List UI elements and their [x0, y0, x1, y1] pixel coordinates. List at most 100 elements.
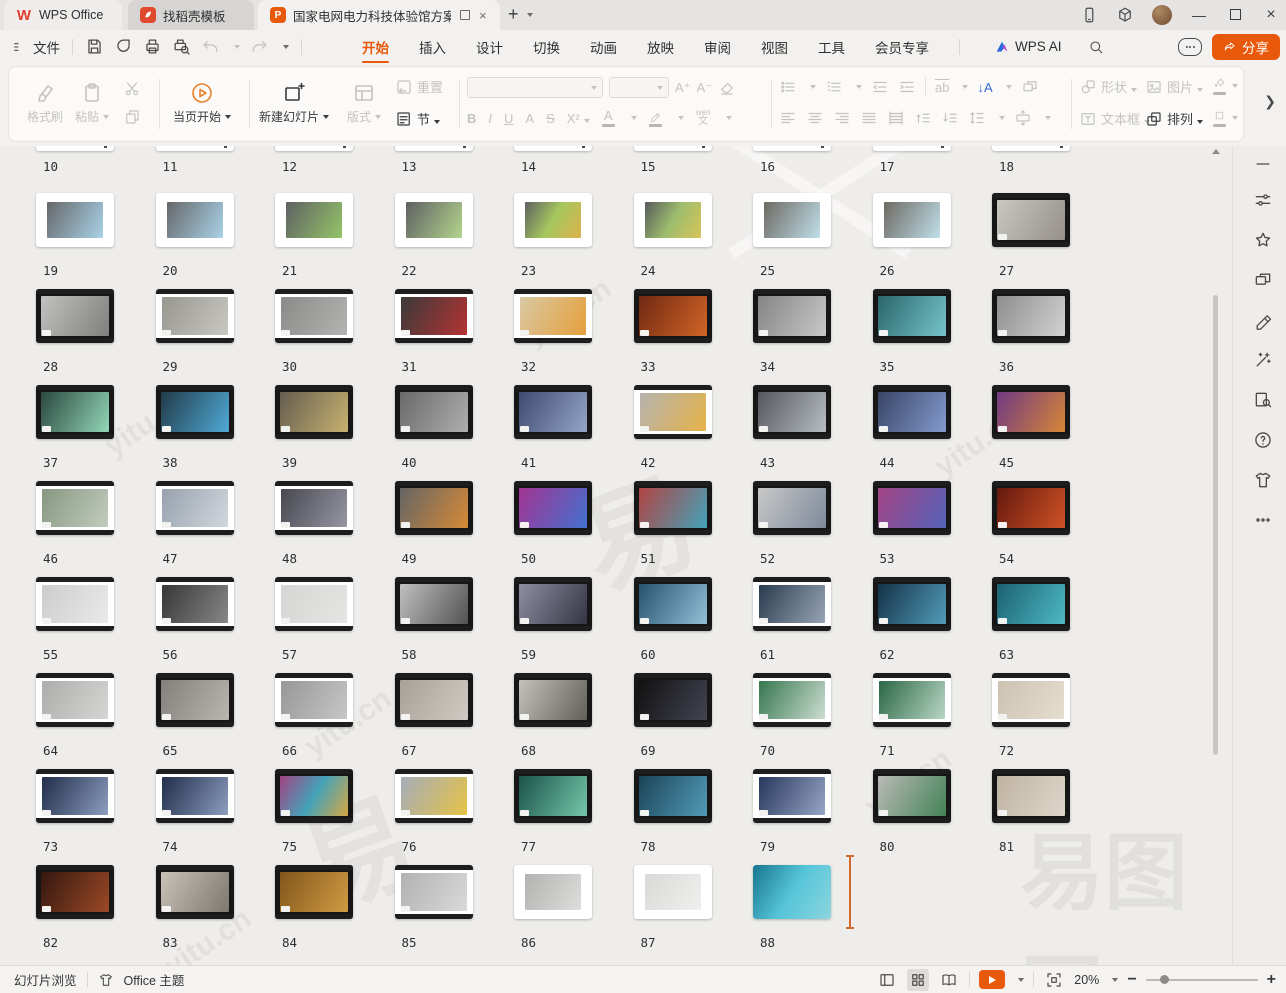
maximize-icon[interactable]	[1226, 7, 1244, 23]
copy-icon[interactable]	[123, 108, 141, 126]
font-size-select[interactable]	[609, 77, 669, 98]
zoom-out-button[interactable]: −	[1127, 971, 1136, 989]
slide-thumbnail-30[interactable]	[275, 289, 353, 343]
paragraph-distribute-icon[interactable]	[1014, 109, 1032, 127]
undo-chevron[interactable]	[234, 45, 240, 49]
scroll-up-arrow[interactable]	[1212, 149, 1220, 154]
row-spacing-up-icon[interactable]	[914, 109, 932, 127]
redo-icon[interactable]	[250, 37, 269, 56]
increase-font-icon[interactable]: A⁺	[675, 80, 691, 96]
menu-tab-工具[interactable]: 工具	[816, 32, 847, 62]
slide-thumbnail-54[interactable]	[992, 481, 1070, 535]
slide-thumbnail-57[interactable]	[275, 577, 353, 631]
slide-sorter-view-icon[interactable]	[907, 969, 929, 991]
slide-thumbnail-60[interactable]	[634, 577, 712, 631]
increase-indent-icon[interactable]	[898, 78, 916, 96]
slide-thumbnail-38[interactable]	[156, 385, 234, 439]
paste-button[interactable]: 粘贴	[75, 67, 109, 139]
slide-thumbnail-58[interactable]	[395, 577, 473, 631]
slide-thumbnail-35[interactable]	[873, 289, 951, 343]
menu-tab-放映[interactable]: 放映	[645, 32, 676, 62]
slide-thumbnail-16[interactable]	[753, 146, 831, 151]
slide-thumbnail-82[interactable]	[36, 865, 114, 919]
slide-thumbnail-27[interactable]	[992, 193, 1070, 247]
slide-thumbnail-78[interactable]	[634, 769, 712, 823]
italic-icon[interactable]: I	[488, 111, 492, 126]
slide-thumbnail-67[interactable]	[395, 673, 473, 727]
clear-format-icon[interactable]	[718, 79, 736, 97]
strikethrough-icon[interactable]: S	[546, 111, 555, 126]
mobile-device-icon[interactable]	[1080, 6, 1098, 24]
picture-button[interactable]: 图片	[1145, 77, 1203, 96]
slide-thumbnail-50[interactable]	[514, 481, 592, 535]
slide-thumbnail-55[interactable]	[36, 577, 114, 631]
collapse-ribbon-icon[interactable]	[1253, 154, 1273, 174]
save-icon[interactable]	[85, 37, 104, 56]
fit-to-window-icon[interactable]	[1043, 969, 1065, 991]
slide-sorter-canvas[interactable]: yitu.cn yitu.cn yitu.cn yitu.cn yitu.cn …	[0, 146, 1232, 965]
efficiency-cloud-icon[interactable]	[1178, 38, 1202, 56]
decrease-indent-icon[interactable]	[871, 78, 889, 96]
format-painter-button[interactable]: 格式刷	[27, 67, 63, 139]
search-icon[interactable]	[1088, 39, 1104, 55]
play-from-current-button[interactable]: 当页开始	[173, 67, 231, 139]
font-family-select[interactable]	[467, 77, 603, 98]
slide-thumbnail-25[interactable]	[753, 193, 831, 247]
slide-thumbnail-41[interactable]	[514, 385, 592, 439]
slide-thumbnail-48[interactable]	[275, 481, 353, 535]
slide-thumbnail-31[interactable]	[395, 289, 473, 343]
menu-tab-动画[interactable]: 动画	[588, 32, 619, 62]
slide-thumbnail-87[interactable]	[634, 865, 712, 919]
slide-thumbnail-52[interactable]	[753, 481, 831, 535]
slide-thumbnail-19[interactable]	[36, 193, 114, 247]
tab-close-icon[interactable]: ×	[479, 8, 487, 23]
arrange-button[interactable]: 排列	[1145, 109, 1203, 128]
slide-thumbnail-36[interactable]	[992, 289, 1070, 343]
slide-thumbnail-34[interactable]	[753, 289, 831, 343]
slide-thumbnail-29[interactable]	[156, 289, 234, 343]
slide-thumbnail-79[interactable]	[753, 769, 831, 823]
slide-thumbnail-45[interactable]	[992, 385, 1070, 439]
decrease-font-icon[interactable]: A⁻	[697, 80, 713, 96]
customize-toolbar-chevron[interactable]	[283, 45, 289, 49]
undo-icon[interactable]	[201, 37, 220, 56]
zoom-value[interactable]: 20%	[1074, 973, 1099, 987]
object-properties-icon[interactable]	[1253, 190, 1273, 210]
superscript-button[interactable]: X²	[567, 111, 590, 126]
slide-thumbnail-64[interactable]	[36, 673, 114, 727]
align-distribute-icon[interactable]	[887, 109, 905, 127]
outline-color-button[interactable]	[1213, 109, 1238, 127]
slide-thumbnail-11[interactable]	[156, 146, 234, 151]
float-window-icon[interactable]	[460, 10, 470, 20]
view-mode-label[interactable]: 幻灯片浏览	[14, 970, 77, 989]
slide-thumbnail-61[interactable]	[753, 577, 831, 631]
slide-thumbnail-49[interactable]	[395, 481, 473, 535]
convert-to-diagram-icon[interactable]	[1021, 78, 1039, 96]
minimize-icon[interactable]: —	[1190, 7, 1208, 23]
vertical-text-icon[interactable]: ↓A	[977, 80, 992, 95]
menu-tab-插入[interactable]: 插入	[417, 32, 448, 62]
bullet-list-icon[interactable]	[779, 78, 797, 96]
slide-thumbnail-10[interactable]	[36, 146, 114, 151]
close-icon[interactable]: ×	[1262, 6, 1280, 24]
tab-active-document[interactable]: P 国家电网电力科技体验馆方案 ×	[258, 0, 500, 30]
slide-thumbnail-62[interactable]	[873, 577, 951, 631]
menu-tab-视图[interactable]: 视图	[759, 32, 790, 62]
slide-thumbnail-76[interactable]	[395, 769, 473, 823]
slide-thumbnail-53[interactable]	[873, 481, 951, 535]
slide-thumbnail-63[interactable]	[992, 577, 1070, 631]
text-direction-icon[interactable]: ab	[935, 80, 949, 95]
slide-thumbnail-66[interactable]	[275, 673, 353, 727]
new-slide-button[interactable]: 新建幻灯片	[259, 67, 329, 139]
cut-icon[interactable]	[123, 80, 141, 98]
slide-thumbnail-85[interactable]	[395, 865, 473, 919]
section-button[interactable]: 节	[395, 109, 440, 128]
print-icon[interactable]	[143, 37, 162, 56]
menu-tab-审阅[interactable]: 审阅	[702, 32, 733, 62]
share-button[interactable]: 分享	[1212, 34, 1280, 60]
play-options-chevron[interactable]	[1018, 978, 1024, 982]
slide-thumbnail-65[interactable]	[156, 673, 234, 727]
slide-thumbnail-68[interactable]	[514, 673, 592, 727]
shapes-button[interactable]: 形状	[1079, 77, 1137, 96]
slide-thumbnail-26[interactable]	[873, 193, 951, 247]
